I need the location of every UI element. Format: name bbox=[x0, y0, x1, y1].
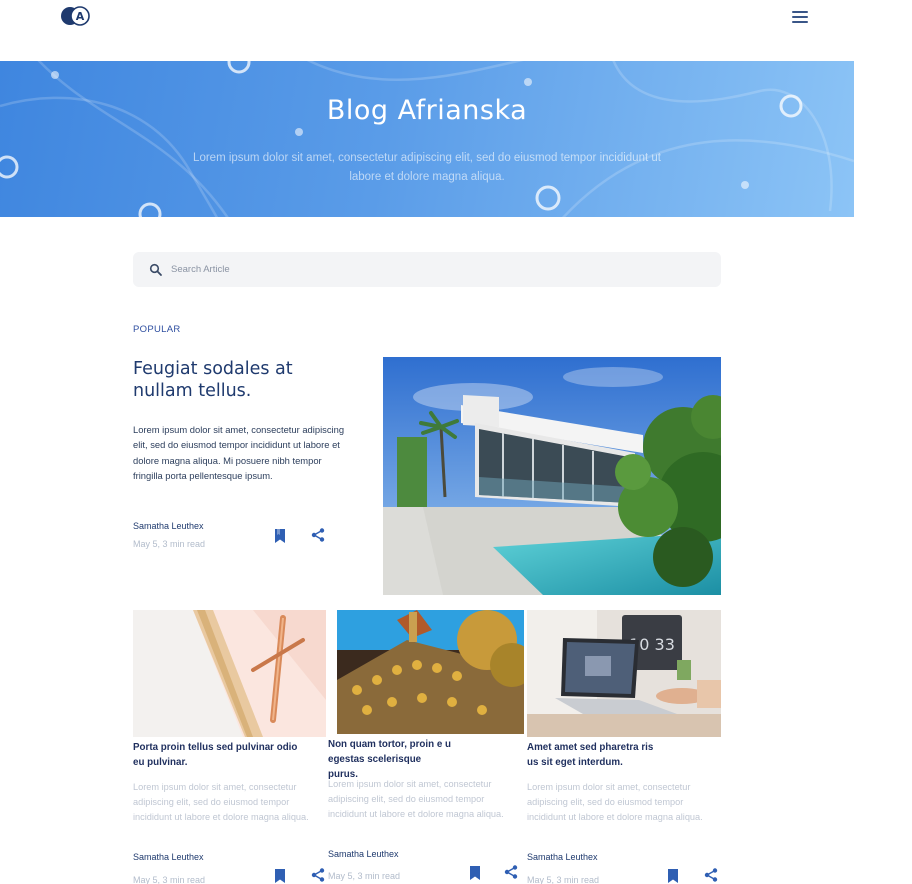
bookmark-icon[interactable] bbox=[467, 865, 483, 881]
logo-letter: A bbox=[76, 10, 85, 23]
article-card-image[interactable] bbox=[133, 610, 326, 737]
featured-article-author: Samatha Leuthex bbox=[133, 521, 204, 531]
article-card-date: May 5, 3 min read bbox=[527, 875, 600, 884]
search-bar bbox=[133, 252, 721, 287]
article-card-author: Samatha Leuthex bbox=[328, 849, 399, 859]
article-card-date: May 5, 3 min read bbox=[133, 875, 206, 884]
bookmark-icon[interactable] bbox=[272, 868, 288, 884]
article-card-author: Samatha Leuthex bbox=[527, 852, 598, 862]
share-icon[interactable] bbox=[503, 864, 519, 880]
featured-article-excerpt: Lorem ipsum dolor sit amet, consectetur … bbox=[133, 424, 345, 481]
article-card-author: Samatha Leuthex bbox=[133, 852, 204, 862]
bookmark-icon[interactable] bbox=[272, 528, 288, 544]
featured-article-title[interactable]: Feugiat sodales at nullam tellus. bbox=[133, 358, 343, 402]
logo-icon[interactable]: A bbox=[60, 6, 92, 26]
share-icon[interactable] bbox=[703, 867, 719, 883]
share-icon[interactable] bbox=[310, 527, 326, 543]
article-card-excerpt: Lorem ipsum dolor sit amet, consectetur … bbox=[328, 779, 504, 819]
article-card-image[interactable]: 10 33 bbox=[527, 610, 721, 737]
article-card-title[interactable]: Amet amet sed pharetra ris us sit eget i… bbox=[527, 740, 657, 770]
article-card-excerpt: Lorem ipsum dolor sit amet, consectetur … bbox=[133, 782, 309, 822]
article-card-excerpt: Lorem ipsum dolor sit amet, consectetur … bbox=[527, 782, 703, 822]
search-input[interactable] bbox=[171, 252, 691, 287]
hero-subtitle: Lorem ipsum dolor sit amet, consectetur … bbox=[193, 152, 661, 183]
featured-article-image[interactable] bbox=[383, 357, 721, 595]
article-card-image[interactable] bbox=[337, 610, 524, 734]
section-label-popular: POPULAR bbox=[133, 324, 181, 335]
article-card-date: May 5, 3 min read bbox=[328, 871, 401, 881]
hero-banner: Blog Afrianska Lorem ipsum dolor sit ame… bbox=[0, 61, 854, 217]
top-bar: A bbox=[0, 0, 912, 60]
featured-article-date: May 5, 3 min read bbox=[133, 539, 206, 549]
hamburger-menu-icon[interactable] bbox=[790, 8, 810, 26]
bookmark-icon[interactable] bbox=[665, 868, 681, 884]
search-icon bbox=[149, 263, 162, 276]
hero-decoration bbox=[0, 61, 854, 217]
article-card-title[interactable]: Porta proin tellus sed pulvinar odio eu … bbox=[133, 740, 308, 770]
hero-title: Blog Afrianska bbox=[326, 95, 528, 126]
article-card-title[interactable]: Non quam tortor, proin e u egestas scele… bbox=[328, 737, 453, 782]
share-icon[interactable] bbox=[310, 867, 326, 883]
